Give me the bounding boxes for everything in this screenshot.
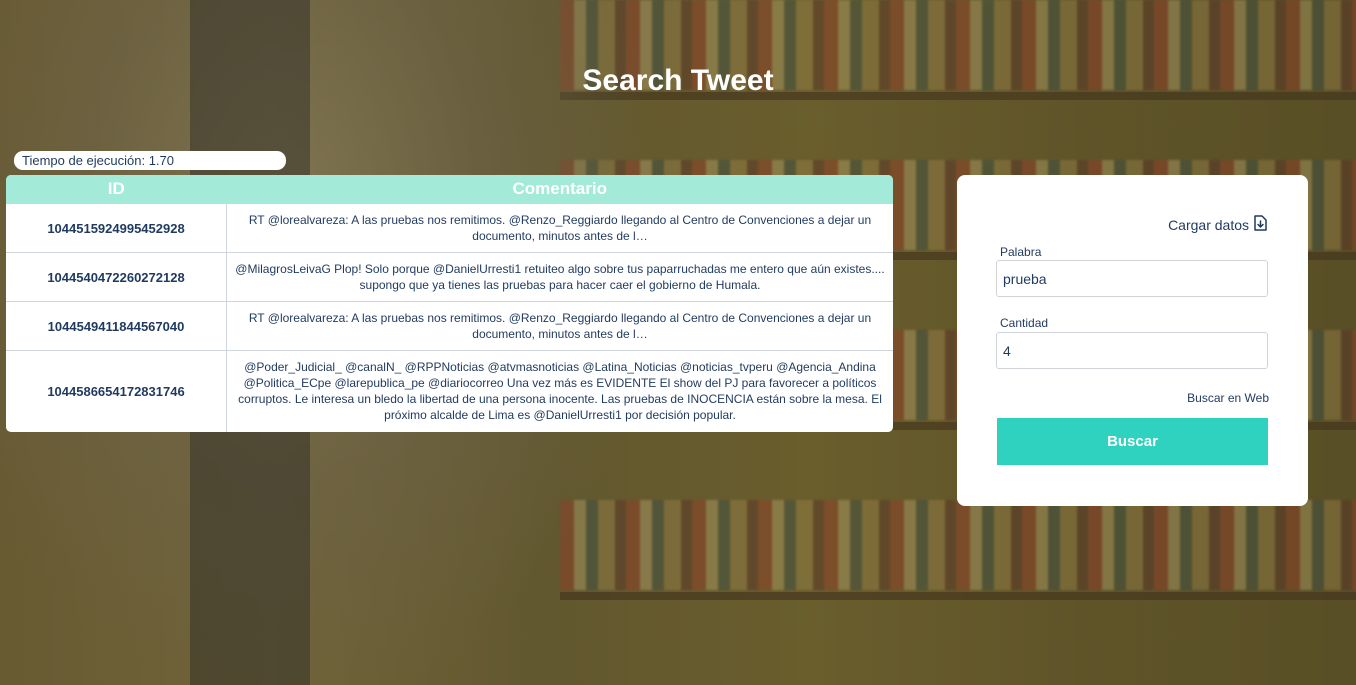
word-label: Palabra — [1000, 245, 1042, 259]
column-header-comment[interactable]: Comentario — [226, 175, 893, 204]
results-table: ID Comentario 1044515924995452928 RT @lo… — [6, 175, 893, 432]
file-download-icon — [1253, 215, 1267, 234]
table-row: 1044515924995452928 RT @lorealvareza: A … — [6, 203, 893, 253]
table-row: 1044540472260272128 @MilagrosLeivaG Plop… — [6, 252, 893, 302]
shelf-decoration — [560, 592, 1356, 600]
search-button[interactable]: Buscar — [997, 418, 1268, 465]
tweet-comment-cell: @Poder_Judicial_ @canalN_ @RPPNoticias @… — [226, 350, 893, 432]
tweet-id-cell: 1044540472260272128 — [6, 252, 227, 302]
word-input[interactable] — [996, 260, 1268, 297]
column-header-id[interactable]: ID — [6, 175, 227, 204]
amount-input[interactable] — [996, 332, 1268, 369]
table-header-row: ID Comentario — [6, 175, 893, 204]
table-row: 1044549411844567040 RT @lorealvareza: A … — [6, 301, 893, 351]
search-web-link[interactable]: Buscar en Web — [1187, 391, 1269, 405]
table-row: 1044586654172831746 @Poder_Judicial_ @ca… — [6, 350, 893, 432]
load-data-link[interactable]: Cargar datos — [1168, 215, 1267, 234]
tweet-id-cell: 1044515924995452928 — [6, 203, 227, 253]
search-panel: Cargar datos Palabra Cantidad Buscar en … — [957, 175, 1308, 506]
tweet-id-cell: 1044549411844567040 — [6, 301, 227, 351]
page-title: Search Tweet — [582, 64, 774, 97]
execution-time-badge: Tiempo de ejecución: 1.70 — [14, 151, 286, 170]
bookshelf-decoration — [560, 500, 1356, 590]
amount-label: Cantidad — [1000, 316, 1049, 330]
load-data-label: Cargar datos — [1168, 216, 1249, 233]
tweet-comment-cell: @MilagrosLeivaG Plop! Solo porque @Danie… — [226, 252, 893, 302]
tweet-comment-cell: RT @lorealvareza: A las pruebas nos remi… — [226, 203, 893, 253]
tweet-id-cell: 1044586654172831746 — [6, 350, 227, 432]
tweet-comment-cell: RT @lorealvareza: A las pruebas nos remi… — [226, 301, 893, 351]
